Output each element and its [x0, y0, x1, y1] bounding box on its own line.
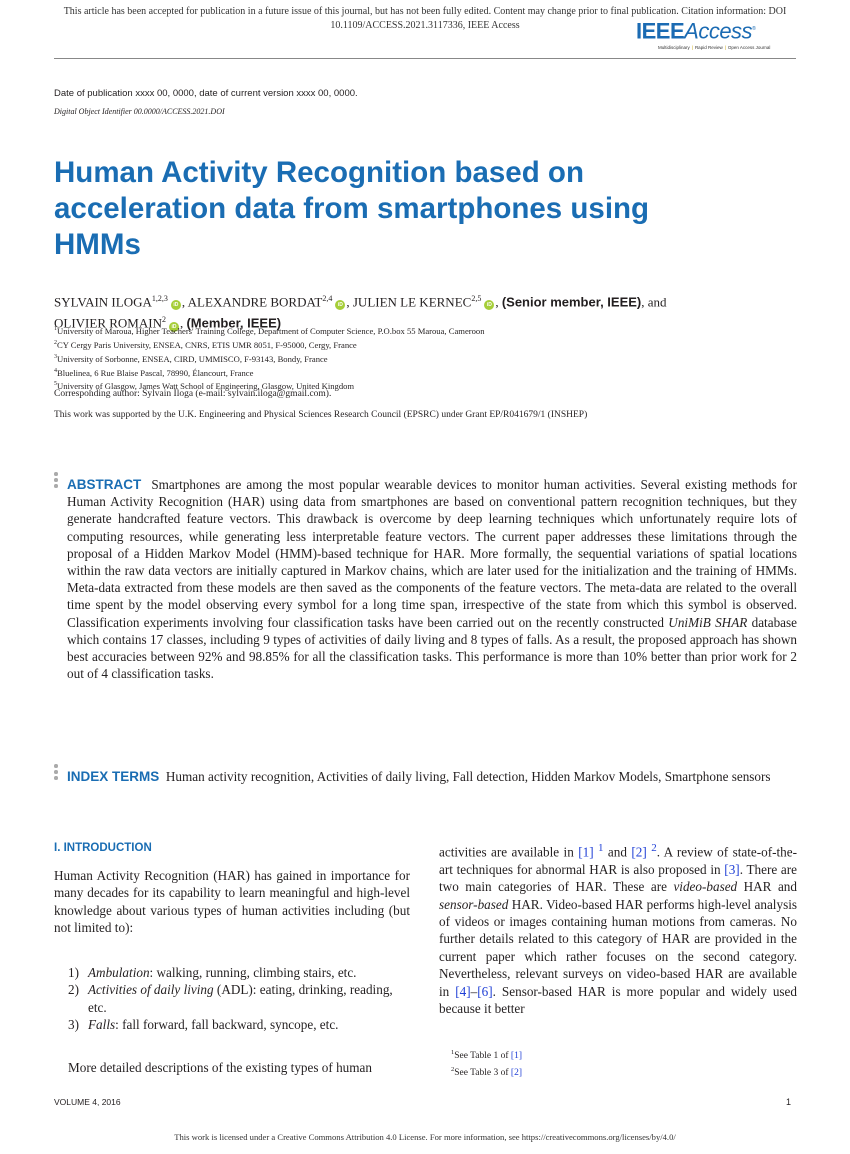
orcid-icon[interactable]: iD	[170, 300, 181, 311]
logo-tagline: Multidisciplinary | Rapid Review | Open Acce…	[658, 45, 771, 51]
section-heading-introduction: I. INTRODUCTION	[54, 842, 152, 854]
volume-label: VOLUME 4, 2016	[54, 1097, 121, 1107]
tagline-1: Multidisciplinary	[658, 45, 690, 51]
digital-object-identifier: Digital Object Identifier 00.0000/ACCESS…	[54, 107, 225, 116]
orcid-icon[interactable]: iD	[335, 300, 346, 311]
activity-type-list: 1) Ambulation: walking, running, climbin…	[68, 964, 410, 1034]
abstract-dataset-name: UniMiB SHAR	[668, 614, 748, 630]
header-divider	[54, 58, 796, 59]
orcid-icon[interactable]: iD	[484, 300, 495, 311]
author-and: and	[647, 294, 667, 310]
abstract: ABSTRACT Smartphones are among the most …	[67, 476, 797, 682]
footnote-item: 2See Table 3 of [2]	[451, 1066, 522, 1079]
citation-link[interactable]: [2]	[631, 844, 646, 859]
author-affiliation: 2,4	[322, 294, 333, 303]
affiliations: 1University of Maroua, Higher Teachers' …	[54, 323, 485, 392]
logo-registered-mark: ®	[752, 26, 756, 32]
page-number: 1	[786, 1097, 792, 1107]
affiliation-item: 3University of Sorbonne, ENSEA, CIRD, UM…	[54, 353, 328, 364]
affiliation-item: 4Bluelinea, 6 Rue Blaise Pascal, 78990, …	[54, 367, 254, 378]
affiliation-item: 1University of Maroua, Higher Teachers' …	[54, 325, 485, 336]
footnotes: 1See Table 1 of [1] 2See Table 3 of [2]	[451, 1046, 522, 1080]
author-affiliation: 2,5	[471, 294, 482, 303]
list-item: 2) Activities of daily living (ADL): eat…	[68, 982, 393, 1015]
index-terms-label: INDEX TERMS	[67, 769, 160, 784]
logo-access: Access	[684, 18, 753, 44]
author-name: ALEXANDRE BORDAT	[187, 294, 323, 310]
list-item: 3) Falls: fall forward, fall backward, s…	[68, 1017, 339, 1033]
publication-date: Date of publication xxxx 00, 0000, date …	[54, 88, 358, 99]
citation-link[interactable]: [6]	[477, 984, 492, 999]
index-terms-dots-icon	[54, 764, 58, 782]
citation-link[interactable]: [2]	[511, 1068, 522, 1078]
abstract-text: Smartphones are among the most popular w…	[67, 477, 798, 630]
author-name: JULIEN LE KERNEC	[352, 294, 472, 310]
notice-line-1: This article has been accepted for publi…	[63, 6, 787, 17]
funding-statement: This work was supported by the U.K. Engi…	[54, 410, 588, 420]
abstract-dots-icon	[54, 472, 58, 490]
license-notice: This work is licensed under a Creative C…	[174, 1132, 676, 1142]
author-name: SYLVAIN ILOGA	[54, 294, 152, 310]
author-affiliation: 1,2,3	[151, 294, 168, 303]
abstract-label: ABSTRACT	[67, 477, 142, 492]
index-terms-text: Human activity recognition, Activities o…	[165, 769, 771, 784]
intro-paragraph-2-continued: activities are available in [1] 1 and [2…	[439, 842, 798, 1017]
tagline-2: Rapid Review	[694, 45, 723, 51]
list-item: 1) Ambulation: walking, running, climbin…	[68, 965, 357, 980]
intro-paragraph-2-start: More detailed descriptions of the existi…	[68, 1060, 372, 1075]
citation-link[interactable]: [3]	[724, 862, 739, 877]
index-terms: INDEX TERMS Human activity recognition, …	[67, 768, 797, 785]
ieee-access-logo: IEEEAccess® Multidisciplinary | Rapid Revi…	[636, 18, 796, 51]
citation-link[interactable]: [1]	[578, 844, 593, 859]
logo-ieee: IEEE	[636, 18, 685, 44]
footnote-item: 1See Table 1 of [1]	[451, 1049, 522, 1062]
intro-paragraph-1: Human Activity Recognition (HAR) has gai…	[54, 868, 410, 936]
affiliation-item: 2CY Cergy Paris University, ENSEA, CNRS,…	[54, 339, 357, 350]
citation-link[interactable]: [1]	[511, 1051, 522, 1061]
citation-link[interactable]: [4]	[455, 984, 470, 999]
author-grade: (Senior member, IEEE)	[501, 294, 642, 310]
corresponding-author: Corresponding author: Sylvain Iloga (e-m…	[54, 389, 332, 399]
tagline-3: Open Access Journal	[727, 45, 771, 51]
paper-title: Human Activity Recognition based on acce…	[54, 156, 650, 261]
